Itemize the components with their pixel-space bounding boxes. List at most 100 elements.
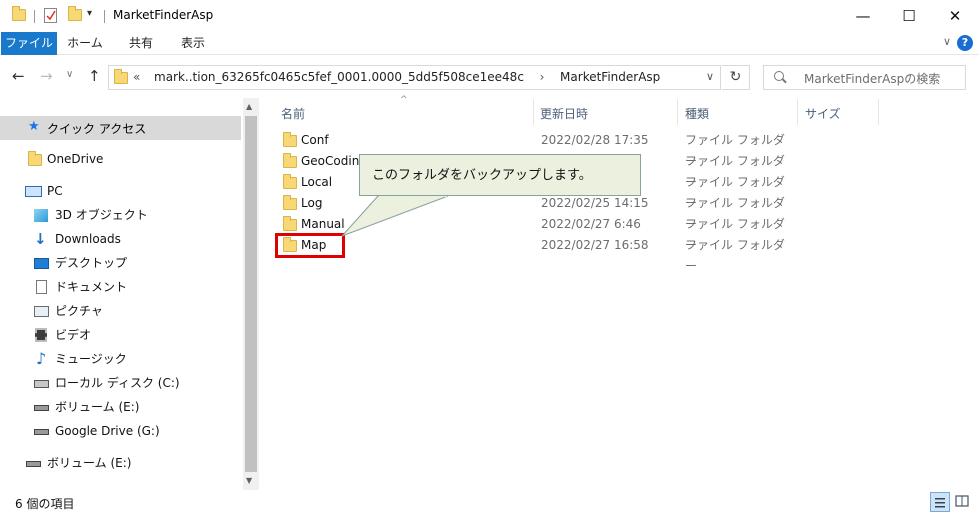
folder-icon [283, 153, 297, 168]
sidebar-item-onedrive[interactable]: OneDrive [0, 148, 241, 170]
tab-file[interactable]: ファイル [1, 32, 57, 55]
file-date: 2022/02/28 17:35 [541, 133, 649, 147]
sidebar-scrollbar[interactable]: ▲ ▼ [243, 98, 259, 490]
file-type: ファイル フォルダー [685, 238, 785, 273]
sidebar-item-label: 3D オブジェクト [55, 208, 148, 222]
tab-share[interactable]: 共有 [118, 32, 164, 55]
divider [104, 10, 105, 23]
back-button[interactable]: ← [12, 67, 25, 85]
star-icon: ★ [28, 119, 40, 134]
title-bar: ▾ MarketFinderAsp — ☐ ✕ [0, 0, 979, 32]
sidebar-item-local-disk[interactable]: ローカル ディスク (C:) [0, 372, 241, 394]
recent-locations-button[interactable]: ∨ [66, 69, 73, 80]
sidebar-item-label: ミュージック [55, 352, 127, 366]
search-icon [774, 71, 784, 81]
3d-objects-icon [34, 209, 48, 222]
breadcrumb[interactable]: « mark..tion_63265fc0465c5fef_0001.0000_… [133, 70, 660, 84]
address-dropdown-icon[interactable]: ∨ [706, 70, 714, 83]
scrollbar-thumb[interactable] [245, 116, 257, 472]
folder-icon [28, 151, 42, 166]
scroll-up-icon[interactable]: ▲ [246, 102, 252, 111]
ribbon-expand-icon[interactable]: ∨ [943, 35, 951, 48]
videos-icon [35, 328, 47, 342]
file-row-conf[interactable]: Conf 2022/02/28 17:35 ファイル フォルダー [275, 130, 795, 168]
column-divider[interactable] [878, 99, 879, 125]
close-button[interactable]: ✕ [932, 0, 978, 32]
file-name: Log [301, 196, 323, 210]
sidebar-item-label: Downloads [55, 232, 121, 246]
window-title: MarketFinderAsp [113, 8, 214, 22]
up-button[interactable]: ↑ [88, 67, 101, 85]
column-header-type[interactable]: 種類 [685, 104, 709, 124]
downloads-icon: ↓ [34, 230, 47, 248]
drive-icon [34, 405, 49, 411]
file-name: Conf [301, 133, 329, 147]
sidebar-item-label: デスクトップ [55, 256, 128, 270]
properties-icon[interactable] [44, 8, 57, 23]
folder-icon [283, 216, 297, 231]
customize-toolbar-icon[interactable]: ▾ [87, 8, 92, 19]
search-box[interactable]: MarketFinderAspの検索 [763, 65, 966, 90]
new-folder-icon[interactable] [68, 6, 82, 21]
help-icon[interactable]: ? [957, 35, 973, 51]
refresh-button[interactable]: ↻ [722, 65, 750, 90]
folder-icon [283, 174, 297, 189]
column-header-date[interactable]: 更新日時 [540, 104, 588, 124]
folder-icon [283, 195, 297, 210]
sidebar-item-label: ローカル ディスク (C:) [55, 376, 180, 390]
breadcrumb-overflow[interactable]: « [133, 70, 140, 84]
callout-pointer [341, 195, 449, 237]
tab-home[interactable]: ホーム [62, 32, 108, 55]
sidebar-item-pictures[interactable]: ピクチャ [0, 300, 241, 322]
sidebar-item-label: ボリューム (E:) [47, 456, 132, 470]
file-name: GeoCoding [301, 154, 367, 168]
minimize-button[interactable]: — [840, 0, 886, 32]
sidebar-item-volume-e-root[interactable]: ボリューム (E:) [0, 452, 241, 474]
breadcrumb-current[interactable]: MarketFinderAsp [560, 70, 660, 84]
scroll-down-icon[interactable]: ▼ [246, 476, 252, 485]
sidebar-item-videos[interactable]: ビデオ [0, 324, 241, 346]
details-view-icon[interactable] [930, 492, 950, 512]
callout-text: このフォルダをバックアップします。 [372, 168, 592, 183]
drive-icon [26, 461, 41, 467]
sidebar-item-desktop[interactable]: デスクトップ [0, 252, 241, 274]
music-icon: ♪ [36, 349, 47, 368]
tab-view[interactable]: 表示 [170, 32, 216, 55]
column-header-size[interactable]: サイズ [805, 104, 841, 124]
breadcrumb-separator[interactable]: › [540, 70, 545, 84]
address-bar[interactable]: « mark..tion_63265fc0465c5fef_0001.0000_… [108, 65, 721, 90]
local-disk-icon [34, 380, 49, 388]
breadcrumb-segment[interactable]: mark..tion_63265fc0465c5fef_0001.0000_5d… [154, 70, 524, 84]
sidebar-item-pc[interactable]: PC [0, 180, 241, 202]
computer-icon [25, 186, 42, 197]
sidebar-item-documents[interactable]: ドキュメント [0, 276, 241, 298]
pictures-icon [34, 306, 49, 317]
sidebar-item-music[interactable]: ♪ ミュージック [0, 348, 241, 370]
search-input[interactable]: MarketFinderAspの検索 [804, 70, 940, 87]
sidebar-item-downloads[interactable]: ↓ Downloads [0, 228, 241, 250]
column-divider[interactable] [797, 99, 798, 125]
large-icons-view-icon[interactable] [953, 492, 973, 512]
sidebar-item-label: ピクチャ [55, 304, 103, 318]
sidebar-item-quick-access[interactable]: ★ クイック アクセス [0, 116, 241, 140]
column-divider[interactable] [677, 99, 678, 125]
item-count: 6 個の項目 [15, 497, 75, 511]
sidebar-item-label: クイック アクセス [47, 122, 147, 136]
divider [34, 10, 35, 23]
column-header-name[interactable]: 名前 [281, 104, 305, 124]
file-name: Local [301, 175, 333, 189]
folder-icon [283, 132, 297, 147]
sort-ascending-icon: ^ [400, 95, 408, 105]
documents-icon [36, 280, 47, 294]
sidebar-item-google-drive[interactable]: Google Drive (G:) [0, 420, 241, 442]
callout-annotation: このフォルダをバックアップします。 [359, 154, 641, 196]
forward-button[interactable]: → [40, 67, 53, 85]
file-date: 2022/02/27 16:58 [541, 238, 649, 252]
drive-icon [34, 429, 49, 435]
sidebar-item-label: ボリューム (E:) [55, 400, 140, 414]
status-bar: 6 個の項目 [0, 490, 979, 515]
sidebar-item-3d-objects[interactable]: 3D オブジェクト [0, 204, 241, 226]
sidebar-item-volume-e[interactable]: ボリューム (E:) [0, 396, 241, 418]
maximize-button[interactable]: ☐ [886, 0, 932, 32]
column-divider[interactable] [533, 99, 534, 125]
